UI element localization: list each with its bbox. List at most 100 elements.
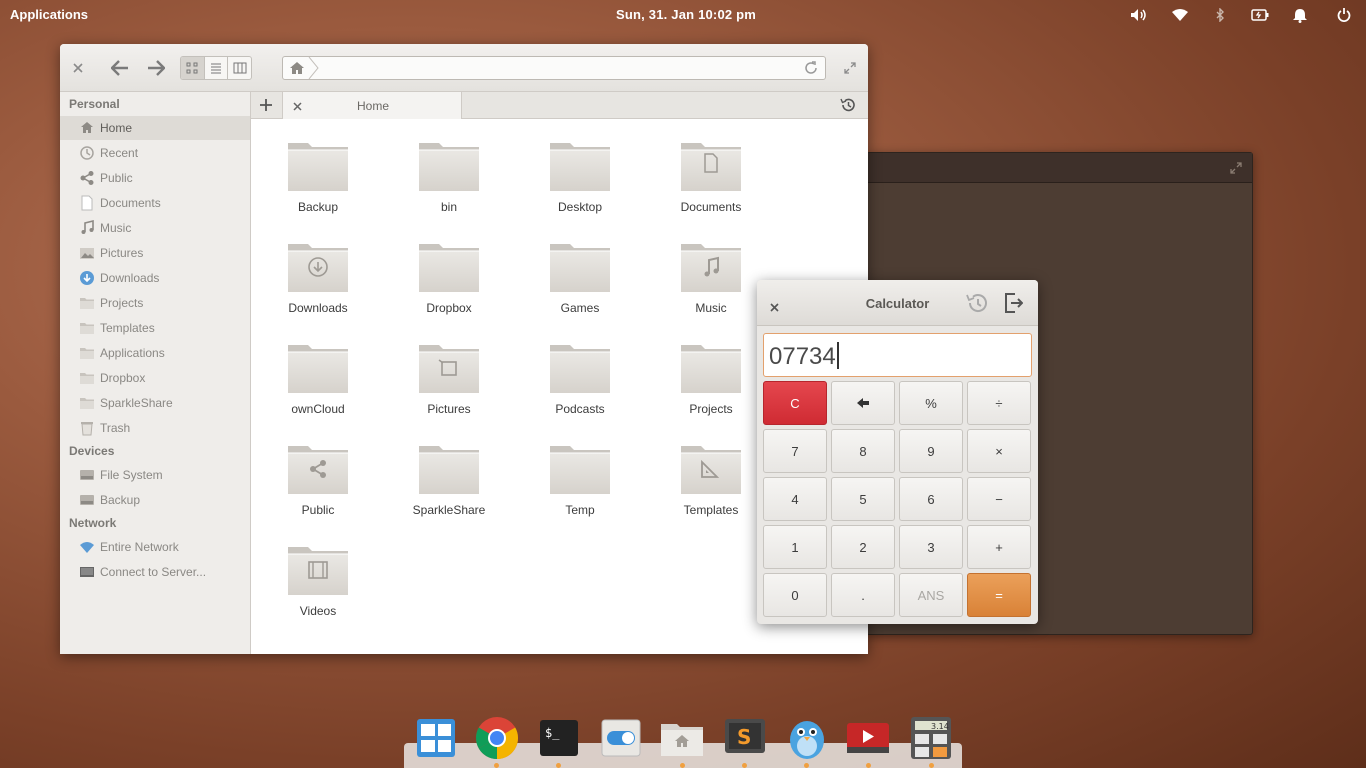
key-5-button[interactable]: 5 — [831, 477, 895, 521]
folder-music[interactable]: Music — [656, 221, 766, 315]
sidebar-item-pictures[interactable]: Pictures — [60, 241, 250, 265]
volume-icon[interactable] — [1130, 6, 1148, 24]
key-6-button[interactable]: 6 — [899, 477, 963, 521]
key-4-button[interactable]: 4 — [763, 477, 827, 521]
sidebar-item-dropbox[interactable]: Dropbox — [60, 366, 250, 390]
sidebar-item-templates[interactable]: Templates — [60, 316, 250, 340]
folder-label: Downloads — [288, 301, 348, 315]
key-clear-button[interactable]: C — [763, 381, 827, 425]
column-view-button[interactable] — [228, 57, 251, 79]
sidebar-heading-devices[interactable]: Devices — [69, 444, 114, 458]
key-multiply-button[interactable]: × — [967, 429, 1031, 473]
back-button[interactable] — [108, 56, 132, 80]
key-equals-button[interactable]: = — [967, 573, 1031, 617]
sidebar-item-sparkleshare[interactable]: SparkleShare — [60, 391, 250, 415]
key-backspace-button[interactable] — [831, 381, 895, 425]
key-9-button[interactable]: 9 — [899, 429, 963, 473]
key-subtract-button[interactable]: − — [967, 477, 1031, 521]
youtube-player-icon[interactable] — [846, 716, 890, 760]
sidebar-item-public[interactable]: Public — [60, 166, 250, 190]
sidebar-item-entire-network[interactable]: Entire Network — [60, 535, 250, 559]
folder-videos[interactable]: Videos — [263, 524, 373, 618]
sidebar-item-connect-to-server[interactable]: Connect to Server... — [60, 560, 250, 584]
key-decimal-button[interactable]: . — [831, 573, 895, 617]
files-icon[interactable] — [660, 716, 704, 760]
folder-bin[interactable]: bin — [394, 120, 504, 214]
sidebar-heading-network[interactable]: Network — [69, 516, 116, 530]
sidebar-heading-personal[interactable]: Personal — [69, 97, 120, 111]
folder-icon — [418, 342, 480, 394]
home-icon[interactable] — [289, 61, 305, 80]
maximize-icon[interactable] — [842, 60, 858, 76]
maximize-icon[interactable] — [1230, 161, 1242, 179]
folder-label: Documents — [680, 200, 742, 214]
folder-owncloud[interactable]: ownCloud — [263, 322, 373, 416]
sidebar-item-home[interactable]: Home — [60, 116, 250, 140]
folder-projects[interactable]: Projects — [656, 322, 766, 416]
key-divide-button[interactable]: ÷ — [967, 381, 1031, 425]
sublime-text-icon[interactable]: S — [723, 716, 767, 760]
key-percent-button[interactable]: % — [899, 381, 963, 425]
notifications-icon[interactable] — [1291, 6, 1309, 24]
sidebar-item-documents[interactable]: Documents — [60, 191, 250, 215]
sidebar-item-backup[interactable]: Backup — [60, 488, 250, 512]
sidebar-item-music[interactable]: Music — [60, 216, 250, 240]
calculator-display[interactable]: 07734 — [763, 333, 1032, 377]
terminal-icon[interactable]: $_ — [537, 716, 581, 760]
running-indicator — [804, 763, 809, 768]
switchboard-settings-icon[interactable] — [599, 716, 643, 760]
reload-icon[interactable] — [804, 61, 818, 80]
folder-temp[interactable]: Temp — [525, 423, 635, 517]
close-icon[interactable] — [70, 60, 86, 76]
applications-menu[interactable]: Applications — [10, 7, 88, 22]
folder-sparkleshare[interactable]: SparkleShare — [394, 423, 504, 517]
key-8-button[interactable]: 8 — [831, 429, 895, 473]
history-icon[interactable] — [840, 97, 856, 118]
location-bar[interactable] — [282, 56, 826, 80]
list-view-button[interactable] — [205, 57, 229, 79]
extended-mode-icon[interactable] — [1005, 293, 1024, 318]
tab-home[interactable]: Home — [282, 92, 462, 119]
sidebar-item-downloads[interactable]: Downloads — [60, 266, 250, 290]
folder-public[interactable]: Public — [263, 423, 373, 517]
running-indicator — [742, 763, 747, 768]
key-2-button[interactable]: 2 — [831, 525, 895, 569]
folder-games[interactable]: Games — [525, 221, 635, 315]
key-3-button[interactable]: 3 — [899, 525, 963, 569]
folder-desktop[interactable]: Desktop — [525, 120, 635, 214]
key-7-button[interactable]: 7 — [763, 429, 827, 473]
folder-dropbox[interactable]: Dropbox — [394, 221, 504, 315]
sidebar-item-file-system[interactable]: File System — [60, 463, 250, 487]
new-tab-button[interactable] — [258, 97, 274, 113]
folder-podcasts[interactable]: Podcasts — [525, 322, 635, 416]
sidebar-item-trash[interactable]: Trash — [60, 416, 250, 440]
key-1-button[interactable]: 1 — [763, 525, 827, 569]
multitasking-view-icon[interactable] — [414, 716, 458, 760]
file-manager-window: Personal Home Recent Public Documents Music Pi… — [60, 44, 868, 654]
birdie-twitter-icon[interactable] — [785, 716, 829, 760]
chrome-icon[interactable] — [475, 716, 519, 760]
folder-templates[interactable]: Templates — [656, 423, 766, 517]
bluetooth-icon[interactable] — [1211, 6, 1229, 24]
icon-view-button[interactable] — [181, 57, 205, 79]
key-answer-button[interactable]: ANS — [899, 573, 963, 617]
folder-icon — [549, 443, 611, 495]
folder-downloads[interactable]: Downloads — [263, 221, 373, 315]
history-icon[interactable] — [965, 292, 989, 319]
key-add-button[interactable]: + — [967, 525, 1031, 569]
sidebar-item-applications[interactable]: Applications — [60, 341, 250, 365]
key-0-button[interactable]: 0 — [763, 573, 827, 617]
folder-documents[interactable]: Documents — [656, 120, 766, 214]
sidebar-item-projects[interactable]: Projects — [60, 291, 250, 315]
battery-icon[interactable] — [1251, 6, 1269, 24]
svg-text:$_: $_ — [545, 726, 560, 740]
forward-button[interactable] — [144, 56, 168, 80]
calculator-icon[interactable]: 3.14 — [909, 716, 953, 760]
wifi-icon[interactable] — [1171, 6, 1189, 24]
power-icon[interactable] — [1335, 6, 1353, 24]
folder-backup[interactable]: Backup — [263, 120, 373, 214]
clock[interactable]: Sun, 31. Jan 10:02 pm — [616, 7, 756, 22]
folder-pictures[interactable]: Pictures — [394, 322, 504, 416]
sidebar: Personal Home Recent Public Documents Music Pi… — [60, 92, 251, 654]
sidebar-item-recent[interactable]: Recent — [60, 141, 250, 165]
